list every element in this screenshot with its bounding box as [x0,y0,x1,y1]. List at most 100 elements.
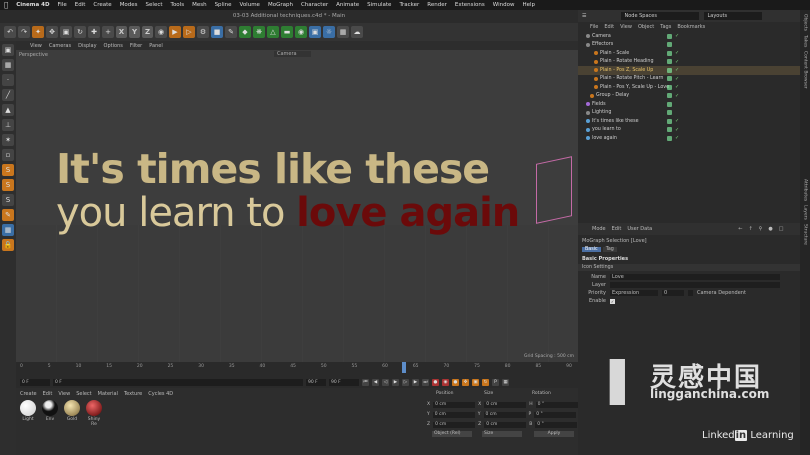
solo-selection-icon[interactable]: S [2,194,14,206]
keyframe-icon[interactable]: ● [452,378,459,386]
menu-icon[interactable]: ☰ [582,13,586,19]
size-x-field[interactable]: 0 cm [484,402,527,408]
menu-volume[interactable]: Volume [239,2,259,8]
viewport-menu-options[interactable]: Options [104,43,123,49]
end-frame-field[interactable]: 90 F [306,378,326,386]
workplane-icon[interactable]: ▫ [2,149,14,161]
attr-menu-user-data[interactable]: User Data [627,226,652,232]
app-name[interactable]: Cinema 4D [16,2,49,8]
attr-menu-edit[interactable]: Edit [612,226,622,232]
menu-help[interactable]: Help [522,2,535,8]
menu-render[interactable]: Render [427,2,447,8]
coord-mode-dropdown[interactable]: Object (Rel) [432,431,472,437]
lock-icon[interactable]: 🔒 [2,239,14,251]
om-menu-tags[interactable]: Tags [660,24,671,30]
prev-key-icon[interactable]: ◀ [372,378,379,386]
material-env[interactable]: Env [41,400,59,427]
menu-tracker[interactable]: Tracker [399,2,419,8]
rotation-h-field[interactable]: 0 ° [535,402,578,408]
text-line-2[interactable]: you learn to love again [56,190,520,236]
record-icon[interactable]: ● [432,378,439,386]
check-icon[interactable]: ✓ [675,33,679,39]
apple-icon[interactable]:  [4,1,8,9]
menu-extensions[interactable]: Extensions [455,2,485,8]
menu-select[interactable]: Select [146,2,163,8]
viewport-menu-panel[interactable]: Panel [149,43,163,49]
viewport[interactable]: Perspective Camera It's times like these… [16,50,578,362]
cube-icon[interactable]: ■ [211,26,223,38]
size-mode-dropdown[interactable]: Size [482,431,522,437]
visibility-dot[interactable] [667,84,672,90]
render-picture-icon[interactable]: ▷ [183,26,195,38]
om-menu-bookmarks[interactable]: Bookmarks [677,24,705,30]
object-row[interactable]: Fields [578,100,800,109]
rotation-b-field[interactable]: 0 ° [535,422,578,428]
rotation-p-field[interactable]: 0 ° [534,412,577,418]
floor-icon[interactable]: ▬ [281,26,293,38]
playhead[interactable] [402,362,406,373]
object-row[interactable]: Camera ✓ [578,32,800,41]
scale-icon[interactable]: ▣ [60,26,72,38]
attr-menu-mode[interactable]: Mode [592,226,606,232]
visibility-dot[interactable] [667,93,672,99]
icon-settings-group[interactable]: Icon Settings [578,264,800,271]
viewport-menu-filter[interactable]: Filter [130,43,142,49]
check-icon[interactable]: ✓ [675,127,679,133]
check-icon[interactable]: ✓ [675,50,679,56]
paint-icon[interactable]: ✎ [2,209,14,221]
check-icon[interactable]: ✓ [675,67,679,73]
tab-objects[interactable]: Objects [803,14,808,31]
check-icon[interactable]: ✓ [675,76,679,82]
rotate-icon[interactable]: ↻ [74,26,86,38]
axis-mode-icon[interactable]: ⊥ [2,119,14,131]
menu-edit[interactable]: Edit [75,2,86,8]
om-menu-view[interactable]: View [620,24,632,30]
menu-modes[interactable]: Modes [120,2,138,8]
menu-spline[interactable]: Spline [215,2,232,8]
object-row[interactable]: love again ✓ [578,134,800,143]
viewport-camera-select[interactable]: Camera [274,51,311,57]
visibility-dot[interactable] [667,135,672,141]
om-menu-object[interactable]: Object [638,24,654,30]
om-menu-edit[interactable]: Edit [604,24,614,30]
tab-basic[interactable]: Basic [582,247,601,252]
visibility-dot[interactable] [667,59,672,65]
model-mode-icon[interactable]: ▣ [2,44,14,56]
menu-animate[interactable]: Animate [336,2,359,8]
snap-icon[interactable]: ✶ [2,134,14,146]
deformer-icon[interactable]: △ [267,26,279,38]
om-menu-file[interactable]: File [590,24,598,30]
object-row[interactable]: Lighting [578,109,800,118]
mat-menu-material[interactable]: Material [98,391,118,397]
solo-icon[interactable]: S [2,164,14,176]
camera-dependent-checkbox[interactable] [688,290,693,296]
play-icon[interactable]: ▶ [392,378,399,386]
key-position-icon[interactable]: ✥ [462,378,469,386]
visibility-dot[interactable] [667,67,672,73]
position-y-field[interactable]: 0 cm [432,412,475,418]
priority-number-field[interactable]: 0 [662,290,684,296]
check-icon[interactable]: ✓ [675,93,679,99]
key-rotation-icon[interactable]: ↻ [482,378,489,386]
apply-button[interactable]: Apply [534,431,574,437]
check-icon[interactable]: ✓ [675,59,679,65]
pla-icon[interactable]: ▦ [502,378,509,386]
mat-menu-select[interactable]: Select [76,391,91,397]
position-z-field[interactable]: 0 cm [433,422,476,428]
redo-icon[interactable]: ↷ [18,26,30,38]
object-row[interactable]: Effectors [578,41,800,50]
mat-menu-cycles[interactable]: Cycles 4D [148,391,173,397]
viewport-menu-cameras[interactable]: Cameras [49,43,71,49]
material-shiny-red[interactable]: Shiny Re [85,400,103,427]
new-window-icon[interactable]: □ [779,226,784,232]
menu-mesh[interactable]: Mesh [192,2,206,8]
text-line-1[interactable]: It's times like these [56,145,490,193]
points-mode-icon[interactable]: ⋅ [2,74,14,86]
live-select-icon[interactable]: ✦ [32,26,44,38]
menu-character[interactable]: Character [301,2,328,8]
visibility-dot[interactable] [667,127,672,133]
object-row-selected[interactable]: Plain - Pos Z, Scale Up ✓ [578,66,800,75]
grid-icon[interactable]: ▦ [337,26,349,38]
z-axis-button[interactable]: Z [142,26,153,38]
sky-icon[interactable]: ☁ [351,26,363,38]
